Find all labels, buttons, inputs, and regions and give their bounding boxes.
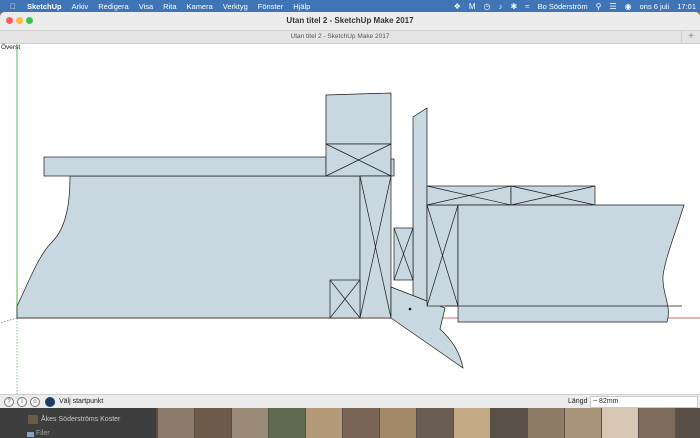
wifi-icon[interactable]: ≈ [521,2,533,11]
volume-icon[interactable]: ♪ [494,2,506,11]
menu-hjalp[interactable]: Hjälp [288,2,315,11]
menu-rita[interactable]: Rita [158,2,181,11]
menubar-time[interactable]: 17:01 [673,2,700,11]
user-account-icon[interactable]: ☺ [30,397,40,407]
menu-visa[interactable]: Visa [134,2,158,11]
tall-post[interactable] [325,92,392,145]
photo-thumbnail[interactable] [269,408,305,438]
user-name[interactable]: Bo Söderström [534,2,592,11]
info-icon[interactable]: ? [4,397,14,407]
document-tab[interactable]: Utan titel 2 - SketchUp Make 2017 [0,33,680,40]
model-viewport[interactable]: Överst [0,44,700,394]
photo-thumbnail[interactable] [195,408,231,438]
credit-icon[interactable]: i [17,397,27,407]
mail-icon[interactable]: M [465,2,480,11]
status-bar: ? i ☺ Välj startpunkt Längd ~ 82mm [0,394,700,408]
menu-kamera[interactable]: Kamera [182,2,218,11]
time-machine-icon[interactable]: ◷ [479,2,494,11]
bluetooth-icon[interactable]: ✱ [506,2,521,11]
menu-verktyg[interactable]: Verktyg [218,2,253,11]
title-bar[interactable]: Utan titel 2 - SketchUp Make 2017 [0,12,700,31]
photo-thumbnail[interactable] [343,408,379,438]
new-tab-button[interactable]: + [681,31,700,43]
left-slab[interactable] [16,175,361,319]
folder-icon [27,432,34,437]
finder-item-thumbnail [28,415,38,424]
view-label: Överst [1,44,21,51]
measurements-field[interactable]: ~ 82mm [590,396,698,408]
status-text: Välj startpunkt [59,398,104,405]
top-board[interactable] [43,156,327,177]
photo-thumbnail[interactable] [639,408,675,438]
photo-thumbnail[interactable] [491,408,527,438]
right-slab[interactable] [457,204,685,323]
menu-arkiv[interactable]: Arkiv [67,2,94,11]
photo-thumbnail[interactable] [417,408,453,438]
dropbox-icon[interactable]: ❖ [450,2,465,11]
photo-thumbnail[interactable] [454,408,490,438]
apple-menu-icon[interactable]:  [0,2,22,11]
menubar-date[interactable]: ons 6 juli [636,2,674,11]
window-title: Utan titel 2 - SketchUp Make 2017 [286,16,414,25]
photo-thumbnail[interactable] [306,408,342,438]
menubar-status-area: ❖ M ◷ ♪ ✱ ≈ Bo Söderström ⚲ ☰ ◉ ons 6 ju… [450,2,700,11]
narrow-slab[interactable] [412,107,428,307]
desktop-background: Åkes Söderströms Koster Filer [0,408,700,438]
finder-item[interactable]: Filer [36,430,50,437]
search-icon[interactable]: ⚲ [592,2,606,11]
photo-thumbnail-strip [158,408,700,438]
tab-bar: Utan titel 2 - SketchUp Make 2017 + [0,31,700,44]
photo-thumbnail[interactable] [528,408,564,438]
finder-list: Åkes Söderströms Koster Filer [0,408,156,438]
model-canvas[interactable] [0,44,700,394]
measurements-label: Längd [568,398,588,405]
photo-thumbnail[interactable] [380,408,416,438]
photo-thumbnail[interactable] [158,408,194,438]
menu-bar:  SketchUp Arkiv Redigera Visa Rita Kame… [0,0,700,12]
control-center-icon[interactable]: ☰ [605,2,620,11]
post-connector[interactable] [390,158,395,177]
menu-fonster[interactable]: Fönster [253,2,288,11]
photo-thumbnail[interactable] [602,408,638,438]
siri-icon[interactable]: ◉ [621,2,636,11]
sketchup-window: Utan titel 2 - SketchUp Make 2017 Utan t… [0,12,700,408]
menu-app-name[interactable]: SketchUp [22,2,67,11]
blue-axis [0,317,18,324]
photo-thumbnail[interactable] [232,408,268,438]
geo-location-icon[interactable] [45,397,55,407]
photo-thumbnail[interactable] [565,408,601,438]
finder-item[interactable]: Åkes Söderströms Koster [41,416,120,423]
cursor-point [408,307,412,311]
menu-redigera[interactable]: Redigera [93,2,133,11]
